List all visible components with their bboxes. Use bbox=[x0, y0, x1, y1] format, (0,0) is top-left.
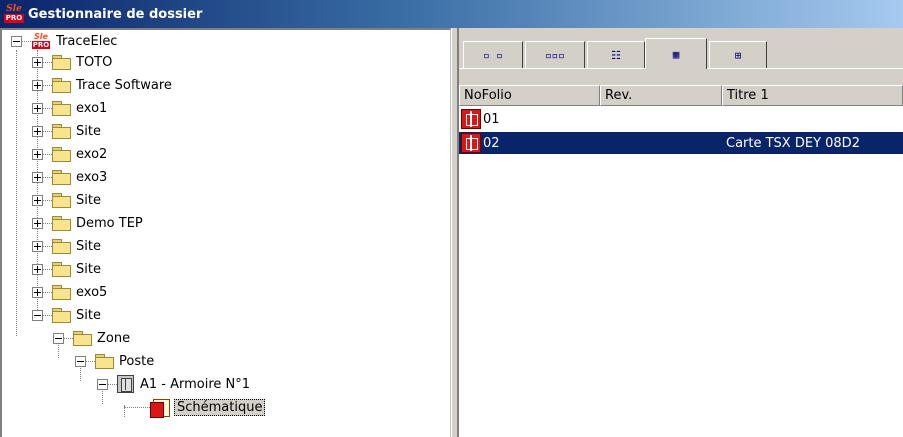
collapse-icon[interactable] bbox=[53, 332, 64, 344]
expand-icon[interactable] bbox=[32, 148, 43, 160]
tree-node-label: exo3 bbox=[76, 169, 108, 185]
tree-node-label: Schématique bbox=[174, 398, 266, 416]
column-header-rev[interactable]: Rev. bbox=[600, 85, 722, 106]
tree-node-label: exo5 bbox=[76, 284, 108, 300]
folder-tree[interactable]: Sle PRO TraceElec TOTO Trace Software ex… bbox=[0, 28, 451, 437]
expand-icon[interactable] bbox=[32, 240, 43, 252]
expand-icon[interactable] bbox=[32, 194, 43, 206]
details-view-icon: ▦ bbox=[672, 47, 680, 61]
folder-icon bbox=[52, 216, 71, 231]
folder-icon bbox=[52, 55, 71, 70]
tree-node-label: Site bbox=[76, 307, 101, 323]
tree-node-schematique[interactable]: Schématique bbox=[124, 396, 266, 418]
folio-icon bbox=[461, 133, 481, 153]
thumbnails-view-icon: ⊞ bbox=[734, 48, 742, 62]
small-icons-icon: ▫▫▫ bbox=[545, 48, 565, 62]
folio-number: 01 bbox=[483, 111, 500, 127]
column-header-titre[interactable]: Titre 1 bbox=[722, 85, 903, 106]
folder-icon bbox=[52, 147, 71, 162]
list-header: NoFolio Rev. Titre 1 bbox=[459, 85, 903, 106]
tree-node-label: Demo TEP bbox=[76, 215, 143, 231]
schematic-icon bbox=[150, 398, 170, 418]
tree-guide-line bbox=[16, 50, 17, 336]
tree-node-label: Site bbox=[76, 261, 101, 277]
tree-node-label: Site bbox=[76, 192, 101, 208]
folder-icon bbox=[52, 239, 71, 254]
list-row[interactable]: 01 bbox=[459, 108, 903, 130]
expand-icon[interactable] bbox=[32, 125, 43, 137]
tree-node-folder[interactable]: Site bbox=[32, 235, 101, 257]
tree-node-folder[interactable]: exo5 bbox=[32, 281, 107, 303]
tab-small-icons[interactable]: ▫▫▫ bbox=[525, 41, 585, 68]
tree-node-label: Site bbox=[76, 238, 101, 254]
folder-icon bbox=[73, 331, 92, 346]
tab-large-icons[interactable]: ▫ ▫ bbox=[463, 41, 523, 68]
collapse-icon[interactable] bbox=[75, 355, 86, 367]
tree-node-folder[interactable]: Trace Software bbox=[32, 74, 172, 96]
folder-icon bbox=[52, 78, 71, 93]
title-bar[interactable]: Sle PRO Gestionnaire de dossier bbox=[0, 0, 903, 28]
tree-node-folder[interactable]: Site bbox=[32, 120, 101, 142]
folder-icon bbox=[52, 124, 71, 139]
folder-icon bbox=[52, 262, 71, 277]
collapse-icon[interactable] bbox=[97, 378, 108, 390]
tree-node-folder[interactable]: TOTO bbox=[32, 51, 112, 73]
folio-pane: ▫ ▫ ▫▫▫ ☷ ▦ ⊞ NoFolio Rev. Titre 1 01 02… bbox=[459, 28, 903, 437]
app-logo-icon: Sle PRO bbox=[4, 4, 24, 23]
column-header-nofolio[interactable]: NoFolio bbox=[459, 85, 600, 106]
expand-icon[interactable] bbox=[32, 171, 43, 183]
cabinet-icon bbox=[117, 375, 134, 393]
folder-icon bbox=[52, 193, 71, 208]
expand-icon[interactable] bbox=[32, 217, 43, 229]
tree-node-label: A1 - Armoire N°1 bbox=[140, 376, 251, 392]
pane-splitter[interactable] bbox=[451, 28, 459, 437]
tab-thumbnails[interactable]: ⊞ bbox=[709, 41, 767, 68]
list-view-icon: ☷ bbox=[611, 48, 621, 62]
collapse-icon[interactable] bbox=[11, 35, 22, 47]
tree-node-label: exo2 bbox=[76, 146, 108, 162]
folder-icon bbox=[52, 101, 71, 116]
folder-icon bbox=[52, 170, 71, 185]
tree-node-folder[interactable]: exo1 bbox=[32, 97, 107, 119]
folio-number: 02 bbox=[483, 135, 500, 151]
tab-list[interactable]: ☷ bbox=[587, 41, 645, 68]
traceelec-logo-icon: Sle PRO bbox=[32, 32, 50, 49]
tree-node-label: Poste bbox=[119, 353, 155, 369]
tree-node-armoire[interactable]: A1 - Armoire N°1 bbox=[97, 373, 250, 395]
tree-node-folder[interactable]: exo2 bbox=[32, 143, 107, 165]
expand-icon[interactable] bbox=[32, 79, 43, 91]
folder-icon bbox=[52, 285, 71, 300]
folio-title: Carte TSX DEY 08D2 bbox=[726, 135, 860, 151]
list-row[interactable]: 02 Carte TSX DEY 08D2 bbox=[459, 132, 903, 154]
expand-icon[interactable] bbox=[32, 263, 43, 275]
tree-node-label: TraceElec bbox=[56, 33, 118, 49]
tree-node-label: TOTO bbox=[76, 54, 113, 70]
tree-node-folder[interactable]: Site bbox=[32, 258, 101, 280]
tree-node-zone[interactable]: Zone bbox=[53, 327, 130, 349]
large-icons-icon: ▫ ▫ bbox=[483, 48, 503, 62]
folder-icon bbox=[95, 354, 114, 369]
view-toolbar: ▫ ▫ ▫▫▫ ☷ ▦ ⊞ bbox=[459, 28, 903, 85]
tree-node-folder[interactable]: Demo TEP bbox=[32, 212, 143, 234]
tree-node-label: exo1 bbox=[76, 100, 108, 116]
window-title: Gestionnaire de dossier bbox=[28, 6, 203, 22]
tab-details[interactable]: ▦ bbox=[645, 38, 707, 69]
collapse-icon[interactable] bbox=[32, 309, 43, 321]
tree-node-label: Site bbox=[76, 123, 101, 139]
expand-icon[interactable] bbox=[32, 102, 43, 114]
tree-node-folder[interactable]: Site bbox=[32, 189, 101, 211]
tree-node-traceelec[interactable]: Sle PRO TraceElec bbox=[11, 30, 117, 52]
tree-node-folder[interactable]: exo3 bbox=[32, 166, 107, 188]
expand-icon[interactable] bbox=[32, 286, 43, 298]
tree-node-folder[interactable]: Site bbox=[32, 304, 101, 326]
folder-icon bbox=[52, 308, 71, 323]
tree-node-poste[interactable]: Poste bbox=[75, 350, 154, 372]
folio-icon bbox=[461, 109, 481, 129]
expand-icon[interactable] bbox=[32, 56, 43, 68]
tree-node-label: Trace Software bbox=[76, 77, 172, 93]
tree-node-label: Zone bbox=[97, 330, 131, 346]
